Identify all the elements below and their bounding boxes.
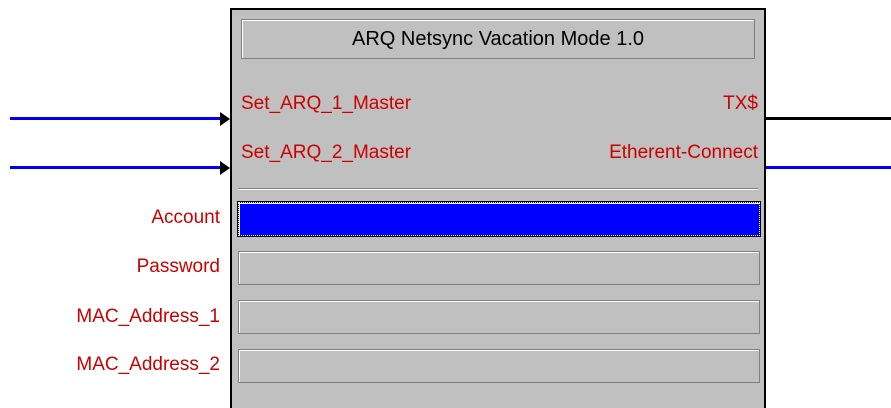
param-label-mac-address-1: MAC_Address_1 [76,306,220,327]
account-field[interactable] [237,201,761,237]
output-pin-tx[interactable]: TX$ [723,93,758,115]
output-wire-tx[interactable] [766,117,891,120]
param-label-account: Account [151,207,220,228]
module-title: ARQ Netsync Vacation Mode 1.0 [241,19,755,59]
output-pin-etherent-connect[interactable]: Etherent-Connect [609,142,758,164]
input-wire-1[interactable] [10,117,222,120]
password-field[interactable] [238,251,760,285]
param-label-password: Password [136,256,220,277]
input-pin-set-arq-1-master[interactable]: Set_ARQ_1_Master [241,93,411,115]
output-wire-ethernet[interactable] [766,166,891,169]
param-label-mac-address-2: MAC_Address_2 [76,354,220,375]
section-divider [238,188,758,190]
mac-address-1-field[interactable] [238,300,760,334]
input-arrow-2-icon [220,161,230,175]
input-wire-2[interactable] [10,166,222,169]
mac-address-2-field[interactable] [238,349,760,383]
module-block[interactable]: ARQ Netsync Vacation Mode 1.0 Set_ARQ_1_… [230,8,766,408]
input-arrow-1-icon [220,112,230,126]
input-pin-set-arq-2-master[interactable]: Set_ARQ_2_Master [241,142,411,164]
